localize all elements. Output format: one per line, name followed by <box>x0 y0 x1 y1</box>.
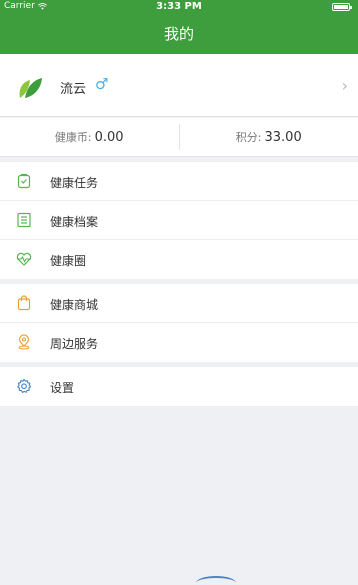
male-gender-icon: ♂ <box>95 75 109 93</box>
health-coins-stat[interactable]: 健康币: 0.00 <box>0 118 179 156</box>
page-title: 我的 <box>163 25 194 43</box>
profile-row[interactable]: 流云 ♂ › <box>0 54 358 117</box>
menu-item-label: 周边服务 <box>50 337 99 351</box>
menu-item-label: 设置 <box>50 381 75 395</box>
menu-group-health: 健康任务 健康档案 健康圈 <box>0 162 358 279</box>
points-label: 积分: <box>235 131 262 144</box>
chevron-right-icon: › <box>341 76 348 95</box>
nav-bar: 我的 <box>0 14 358 54</box>
battery-icon <box>332 3 352 11</box>
status-bar: Carrier 3:33 PM <box>0 0 358 14</box>
bottom-watermark-arc <box>196 576 236 585</box>
gear-icon <box>17 378 32 393</box>
stats-bar: 健康币: 0.00 积分: 33.00 <box>0 118 358 157</box>
points-value: 33.00 <box>264 129 302 145</box>
menu-item-health-mall[interactable]: 健康商城 <box>0 284 358 323</box>
menu-group-services: 健康商城 周边服务 <box>0 284 358 362</box>
health-coins-value: 0.00 <box>94 129 124 145</box>
location-pin-icon <box>18 334 30 350</box>
heart-pulse-icon <box>16 252 32 266</box>
task-icon <box>17 173 31 189</box>
menu-item-label: 健康商城 <box>50 298 99 312</box>
menu-item-label: 健康档案 <box>50 215 99 229</box>
menu-item-label: 健康圈 <box>50 254 87 268</box>
menu-group-settings: 设置 <box>0 367 358 406</box>
app-logo-leaf-icon <box>19 78 42 98</box>
menu-item-health-task[interactable]: 健康任务 <box>0 162 358 201</box>
status-time: 3:33 PM <box>156 1 202 12</box>
menu-item-settings[interactable]: 设置 <box>0 367 358 406</box>
menu-item-label: 健康任务 <box>50 176 99 190</box>
menu-item-health-circle[interactable]: 健康圈 <box>0 240 358 279</box>
shopping-bag-icon <box>17 295 31 311</box>
health-coins-label: 健康币: <box>54 131 92 144</box>
menu-item-nearby-services[interactable]: 周边服务 <box>0 323 358 362</box>
record-icon <box>17 212 31 228</box>
points-stat[interactable]: 积分: 33.00 <box>180 118 358 156</box>
user-name: 流云 <box>60 82 87 97</box>
menu-item-health-record[interactable]: 健康档案 <box>0 201 358 240</box>
